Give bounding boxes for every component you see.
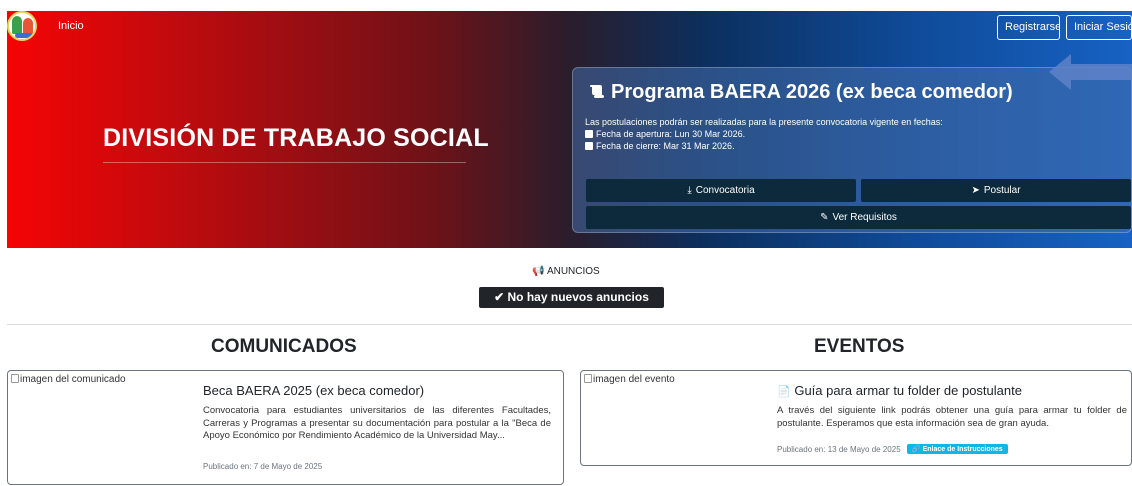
instructions-link-label: Enlace de Instrucciones xyxy=(922,446,1003,453)
link-icon: 🔗 xyxy=(911,446,921,453)
document-edit-icon: ✎ xyxy=(820,212,829,223)
nav-home-link[interactable]: Inicio xyxy=(58,20,84,32)
broken-image-icon xyxy=(584,374,592,383)
convocatoria-button[interactable]: ⤓ Convocatoria xyxy=(586,179,856,202)
calendar-icon xyxy=(585,142,593,150)
evento-image: imagen del evento xyxy=(584,374,675,385)
university-logo[interactable] xyxy=(7,11,37,41)
postular-button[interactable]: ➤ Postular xyxy=(861,179,1131,202)
division-title: DIVISIÓN DE TRABAJO SOCIAL xyxy=(103,124,489,152)
scroll-icon xyxy=(590,85,604,98)
megaphone-icon: 📢 xyxy=(532,266,545,277)
postular-label: Postular xyxy=(983,185,1021,196)
calendar-icon xyxy=(585,130,593,138)
comunicado-image-alt: imagen del comunicado xyxy=(20,374,126,385)
evento-card[interactable]: imagen del evento 📄 Guía para armar tu f… xyxy=(580,370,1132,466)
broken-image-icon xyxy=(11,374,19,383)
program-card-text: Las postulaciones podrán ser realizadas … xyxy=(585,116,943,152)
announcements-heading-text: ANUNCIOS xyxy=(546,266,600,277)
requisitos-button[interactable]: ✎ Ver Requisitos xyxy=(586,206,1131,229)
comunicado-image: imagen del comunicado xyxy=(11,374,126,385)
evento-body: A través del siguiente link podrás obten… xyxy=(777,405,1127,429)
comunicado-card[interactable]: imagen del comunicado Beca BAERA 2025 (e… xyxy=(7,370,564,485)
evento-image-alt: imagen del evento xyxy=(593,374,675,385)
clipboard-check-icon: ✔ xyxy=(494,290,505,304)
comunicado-date: Publicado en: 7 de Mayo de 2025 xyxy=(203,462,323,471)
login-button[interactable]: Iniciar Sesión xyxy=(1066,15,1132,40)
instructions-link-badge[interactable]: 🔗 Enlace de Instrucciones xyxy=(906,444,1008,454)
program-intro: Las postulaciones podrán ser realizadas … xyxy=(585,117,943,127)
opening-date: Fecha de apertura: Lun 30 Mar 2026. xyxy=(596,129,746,139)
register-button[interactable]: Registrarse xyxy=(997,15,1060,40)
program-card-title-text: Programa BAERA 2026 (ex beca comedor) xyxy=(611,81,1013,103)
requisitos-label: Ver Requisitos xyxy=(832,212,897,223)
convocatoria-label: Convocatoria xyxy=(695,185,755,196)
paper-plane-icon: ➤ xyxy=(971,185,980,196)
left-arrow-icon xyxy=(1049,54,1132,90)
program-card: Programa BAERA 2026 (ex beca comedor) La… xyxy=(572,67,1132,233)
announcements-heading: 📢 ANUNCIOS xyxy=(0,266,1132,277)
download-icon: ⤓ xyxy=(687,185,692,196)
hero-banner: Inicio Registrarse Iniciar Sesión DIVISI… xyxy=(7,11,1132,248)
comunicados-heading: COMUNICADOS xyxy=(211,336,357,357)
eventos-heading: EVENTOS xyxy=(814,336,905,357)
section-divider xyxy=(7,324,1132,325)
comunicado-body: Convocatoria para estudiantes universita… xyxy=(203,405,551,441)
comunicado-title[interactable]: Beca BAERA 2025 (ex beca comedor) xyxy=(203,383,424,398)
evento-title-text: Guía para armar tu folder de postulante xyxy=(794,383,1022,398)
division-divider xyxy=(103,162,466,163)
evento-title[interactable]: 📄 Guía para armar tu folder de postulant… xyxy=(777,383,1022,398)
document-icon: 📄 xyxy=(777,386,791,398)
evento-date: Publicado en: 13 de Mayo de 2025 xyxy=(777,445,901,454)
no-announcements-badge: ✔ No hay nuevos anuncios xyxy=(479,287,664,308)
program-card-title: Programa BAERA 2026 (ex beca comedor) xyxy=(589,81,1013,104)
closing-date: Fecha de cierre: Mar 31 Mar 2026. xyxy=(596,141,735,151)
no-announcements-text: No hay nuevos anuncios xyxy=(507,290,649,304)
evento-date-row: Publicado en: 13 de Mayo de 2025 🔗 Enlac… xyxy=(777,444,1008,454)
